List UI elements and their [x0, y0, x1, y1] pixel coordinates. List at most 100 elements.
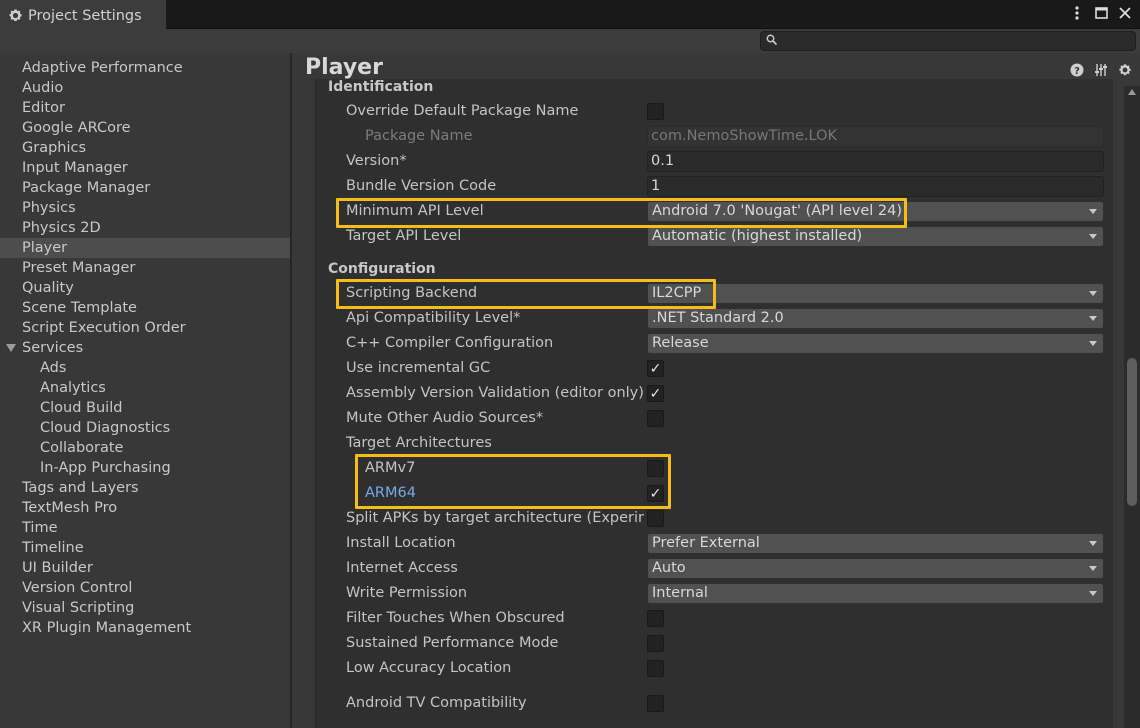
- kebab-menu-icon[interactable]: [1070, 5, 1084, 21]
- dropdown-value: Auto: [652, 560, 686, 576]
- scrollbar-thumb[interactable]: [1127, 358, 1137, 506]
- player-settings-panel: Player ? Identification Override Default…: [292, 53, 1140, 728]
- dropdown-value: Android 7.0 'Nougat' (API level 24): [652, 203, 903, 219]
- row-package-name: Package Name com.NemoShowTime.LOK: [346, 126, 1106, 148]
- minimum-api-level-dropdown[interactable]: Android 7.0 'Nougat' (API level 24): [647, 201, 1104, 222]
- sidebar-item-cloud-build[interactable]: Cloud Build: [0, 398, 290, 418]
- row-sustained-performance: Sustained Performance Mode: [346, 633, 1106, 655]
- sidebar-item-script-execution-order[interactable]: Script Execution Order: [0, 318, 290, 338]
- field-label: Filter Touches When Obscured: [346, 610, 565, 626]
- row-scripting-backend: Scripting Backend IL2CPP: [346, 283, 1106, 305]
- scroll-up-icon[interactable]: [1128, 89, 1136, 95]
- api-compat-level-dropdown[interactable]: .NET Standard 2.0: [647, 308, 1104, 329]
- dropdown-value: Automatic (highest installed): [652, 228, 863, 244]
- sidebar-item-physics[interactable]: Physics: [0, 198, 290, 218]
- sidebar-item-xr-plugin-management[interactable]: XR Plugin Management: [0, 618, 290, 638]
- sidebar-item-player[interactable]: Player: [0, 238, 290, 258]
- incremental-gc-checkbox[interactable]: ✓: [647, 360, 664, 377]
- search-icon: [766, 34, 778, 46]
- chevron-down-icon: [1089, 341, 1097, 346]
- bundle-version-code-field[interactable]: 1: [647, 176, 1104, 197]
- section-identification: Identification: [328, 79, 434, 95]
- help-icon[interactable]: ?: [1070, 63, 1086, 79]
- sidebar-item-editor[interactable]: Editor: [0, 98, 290, 118]
- android-tv-checkbox[interactable]: [647, 695, 664, 712]
- field-label: Split APKs by target architecture (Exper…: [346, 510, 644, 526]
- mute-other-audio-checkbox[interactable]: [647, 410, 664, 427]
- search-input[interactable]: [760, 31, 1136, 51]
- row-assembly-validation: Assembly Version Validation (editor only…: [346, 383, 1106, 405]
- row-mute-other-audio: Mute Other Audio Sources*: [346, 408, 1106, 430]
- field-label: Write Permission: [346, 585, 468, 601]
- tab-project-settings[interactable]: Project Settings: [0, 0, 166, 29]
- section-configuration: Configuration: [328, 261, 436, 277]
- sidebar-item-input-manager[interactable]: Input Manager: [0, 158, 290, 178]
- field-label: Mute Other Audio Sources*: [346, 410, 544, 426]
- armv7-checkbox[interactable]: [647, 460, 664, 477]
- field-label: Api Compatibility Level*: [346, 310, 521, 326]
- version-field[interactable]: 0.1: [647, 151, 1104, 172]
- sidebar-item-services[interactable]: Services: [0, 338, 290, 358]
- field-label: Android TV Compatibility: [346, 695, 527, 711]
- sidebar-item-in-app-purchasing[interactable]: In-App Purchasing: [0, 458, 290, 478]
- field-label: Override Default Package Name: [346, 103, 579, 119]
- field-label: Install Location: [346, 535, 456, 551]
- sidebar-item-graphics[interactable]: Graphics: [0, 138, 290, 158]
- toolbar: [0, 29, 1140, 53]
- sidebar-item-ui-builder[interactable]: UI Builder: [0, 558, 290, 578]
- dropdown-value: IL2CPP: [652, 285, 702, 301]
- vertical-scrollbar[interactable]: [1124, 86, 1140, 728]
- row-split-apks: Split APKs by target architecture (Exper…: [346, 508, 1106, 530]
- sidebar-item-quality[interactable]: Quality: [0, 278, 290, 298]
- row-target-api-level: Target API Level Automatic (highest inst…: [346, 226, 1106, 248]
- sidebar-item-version-control[interactable]: Version Control: [0, 578, 290, 598]
- field-label: ARMv7: [365, 460, 416, 476]
- field-label: Version*: [346, 153, 407, 169]
- chevron-down-icon: [1089, 234, 1097, 239]
- maximize-icon[interactable]: [1094, 5, 1108, 21]
- sidebar-item-collaborate[interactable]: Collaborate: [0, 438, 290, 458]
- sidebar-item-ads[interactable]: Ads: [0, 358, 290, 378]
- sidebar-item-visual-scripting[interactable]: Visual Scripting: [0, 598, 290, 618]
- chevron-down-icon: [1089, 591, 1097, 596]
- dropdown-value: Prefer External: [652, 535, 760, 551]
- sidebar-item-scene-template[interactable]: Scene Template: [0, 298, 290, 318]
- low-accuracy-location-checkbox[interactable]: [647, 660, 664, 677]
- sidebar-item-adaptive-performance[interactable]: Adaptive Performance: [0, 58, 290, 78]
- settings-gear-icon[interactable]: [1118, 63, 1134, 79]
- row-arm64: ARM64 ✓: [346, 483, 1106, 505]
- sidebar-item-google-arcore[interactable]: Google ARCore: [0, 118, 290, 138]
- row-android-tv: Android TV Compatibility: [346, 693, 1106, 715]
- assembly-validation-checkbox[interactable]: ✓: [647, 385, 664, 402]
- override-package-name-checkbox[interactable]: [647, 103, 664, 120]
- write-permission-dropdown[interactable]: Internal: [647, 583, 1104, 604]
- row-incremental-gc: Use incremental GC ✓: [346, 358, 1106, 380]
- settings-sidebar: Adaptive Performance Audio Editor Google…: [0, 53, 291, 728]
- sidebar-item-time[interactable]: Time: [0, 518, 290, 538]
- cpp-compiler-config-dropdown[interactable]: Release: [647, 333, 1104, 354]
- sidebar-item-audio[interactable]: Audio: [0, 78, 290, 98]
- sidebar-item-textmesh-pro[interactable]: TextMesh Pro: [0, 498, 290, 518]
- install-location-dropdown[interactable]: Prefer External: [647, 533, 1104, 554]
- chevron-down-icon: [1089, 209, 1097, 214]
- filter-touches-checkbox[interactable]: [647, 610, 664, 627]
- sidebar-item-tags-and-layers[interactable]: Tags and Layers: [0, 478, 290, 498]
- expand-arrow-icon[interactable]: [6, 344, 16, 352]
- field-label: Scripting Backend: [346, 285, 478, 301]
- sidebar-item-physics-2d[interactable]: Physics 2D: [0, 218, 290, 238]
- preset-icon[interactable]: [1094, 63, 1110, 79]
- sidebar-item-analytics[interactable]: Analytics: [0, 378, 290, 398]
- page-title: Player: [305, 55, 383, 80]
- sidebar-item-preset-manager[interactable]: Preset Manager: [0, 258, 290, 278]
- arm64-checkbox[interactable]: ✓: [647, 485, 664, 502]
- internet-access-dropdown[interactable]: Auto: [647, 558, 1104, 579]
- sidebar-item-cloud-diagnostics[interactable]: Cloud Diagnostics: [0, 418, 290, 438]
- sidebar-item-timeline[interactable]: Timeline: [0, 538, 290, 558]
- sidebar-item-label: Services: [22, 340, 84, 356]
- sustained-performance-checkbox[interactable]: [647, 635, 664, 652]
- split-apks-checkbox[interactable]: [647, 510, 664, 527]
- scripting-backend-dropdown[interactable]: IL2CPP: [647, 283, 1104, 304]
- sidebar-item-package-manager[interactable]: Package Manager: [0, 178, 290, 198]
- close-icon[interactable]: [1118, 5, 1132, 21]
- target-api-level-dropdown[interactable]: Automatic (highest installed): [647, 226, 1104, 247]
